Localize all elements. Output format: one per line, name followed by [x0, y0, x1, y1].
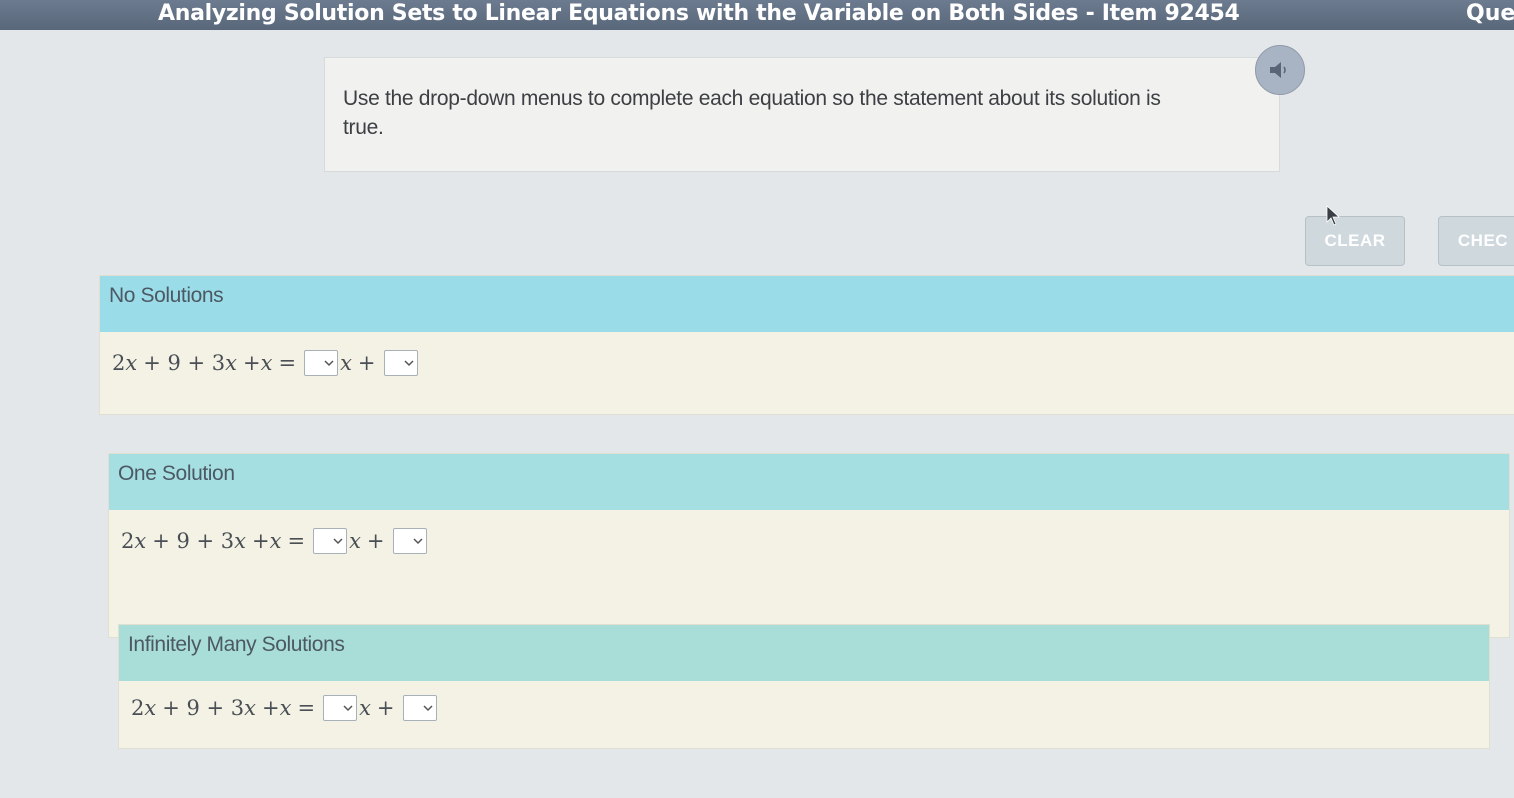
- equation: 2x + 9 + 3x + x = x +: [112, 350, 420, 376]
- check-button[interactable]: CHEC: [1438, 216, 1514, 266]
- equals-sign: =: [287, 529, 306, 553]
- group-label: Infinitely Many Solutions: [128, 633, 345, 656]
- equation-variable: x: [134, 529, 147, 553]
- title-bar: Analyzing Solution Sets to Linear Equati…: [0, 0, 1514, 30]
- mouse-cursor-icon: [1326, 205, 1341, 226]
- equation: 2x + 9 + 3x + x = x +: [121, 528, 429, 554]
- chevron-down-icon: [423, 704, 433, 711]
- page-title: Analyzing Solution Sets to Linear Equati…: [158, 1, 1240, 26]
- equals-sign: =: [297, 696, 316, 720]
- group-label: One Solution: [118, 462, 235, 485]
- group-header: No Solutions: [100, 276, 1514, 332]
- equation-variable: x: [269, 529, 282, 553]
- equation-variable: x: [260, 351, 273, 375]
- coefficient-dropdown[interactable]: [304, 350, 339, 376]
- plus-sign: +: [376, 696, 395, 720]
- plus-sign: +: [357, 351, 376, 375]
- group-no-solutions: No Solutions 2x + 9 + 3x + x = x +: [99, 275, 1514, 415]
- equation-variable: x: [349, 529, 361, 553]
- equals-sign: =: [278, 351, 297, 375]
- group-header: Infinitely Many Solutions: [119, 625, 1489, 681]
- chevron-down-icon: [404, 359, 414, 366]
- equation-variable: x: [279, 696, 292, 720]
- title-bar-right-text: Que: [1466, 1, 1514, 26]
- equation-variable: x: [340, 351, 352, 375]
- chevron-down-icon: [333, 537, 343, 544]
- equation-term: 2: [121, 529, 135, 553]
- group-infinitely-many-solutions: Infinitely Many Solutions 2x + 9 + 3x + …: [118, 624, 1490, 749]
- equation-variable: x: [244, 696, 257, 720]
- equation-variable: x: [144, 696, 157, 720]
- coefficient-dropdown[interactable]: [313, 528, 348, 554]
- equation-variable: x: [234, 529, 247, 553]
- equation-term: + 9 + 3: [162, 696, 245, 720]
- equation-term: +: [252, 529, 270, 553]
- constant-dropdown[interactable]: [392, 528, 427, 554]
- equation-variable: x: [225, 351, 238, 375]
- instructions-text: Use the drop-down menus to complete each…: [343, 87, 1161, 139]
- speaker-icon: [1270, 62, 1286, 78]
- chevron-down-icon: [324, 359, 334, 366]
- clear-button[interactable]: CLEAR: [1305, 216, 1405, 266]
- equation-term: 2: [112, 351, 126, 375]
- group-label: No Solutions: [109, 284, 224, 307]
- chevron-down-icon: [343, 704, 353, 711]
- chevron-down-icon: [413, 537, 423, 544]
- coefficient-dropdown[interactable]: [323, 695, 358, 721]
- group-one-solution: One Solution 2x + 9 + 3x + x = x +: [108, 453, 1510, 638]
- constant-dropdown[interactable]: [383, 350, 418, 376]
- equation-term: + 9 + 3: [143, 351, 226, 375]
- plus-sign: +: [366, 529, 385, 553]
- equation-term: 2: [131, 696, 145, 720]
- equation: 2x + 9 + 3x + x = x +: [131, 695, 439, 721]
- constant-dropdown[interactable]: [402, 695, 437, 721]
- equation-term: +: [243, 351, 261, 375]
- equation-variable: x: [359, 696, 371, 720]
- instructions-panel: Use the drop-down menus to complete each…: [324, 57, 1280, 172]
- equation-term: + 9 + 3: [152, 529, 235, 553]
- equation-term: +: [262, 696, 280, 720]
- group-header: One Solution: [109, 454, 1509, 510]
- equation-variable: x: [125, 351, 138, 375]
- speaker-button[interactable]: [1255, 45, 1305, 95]
